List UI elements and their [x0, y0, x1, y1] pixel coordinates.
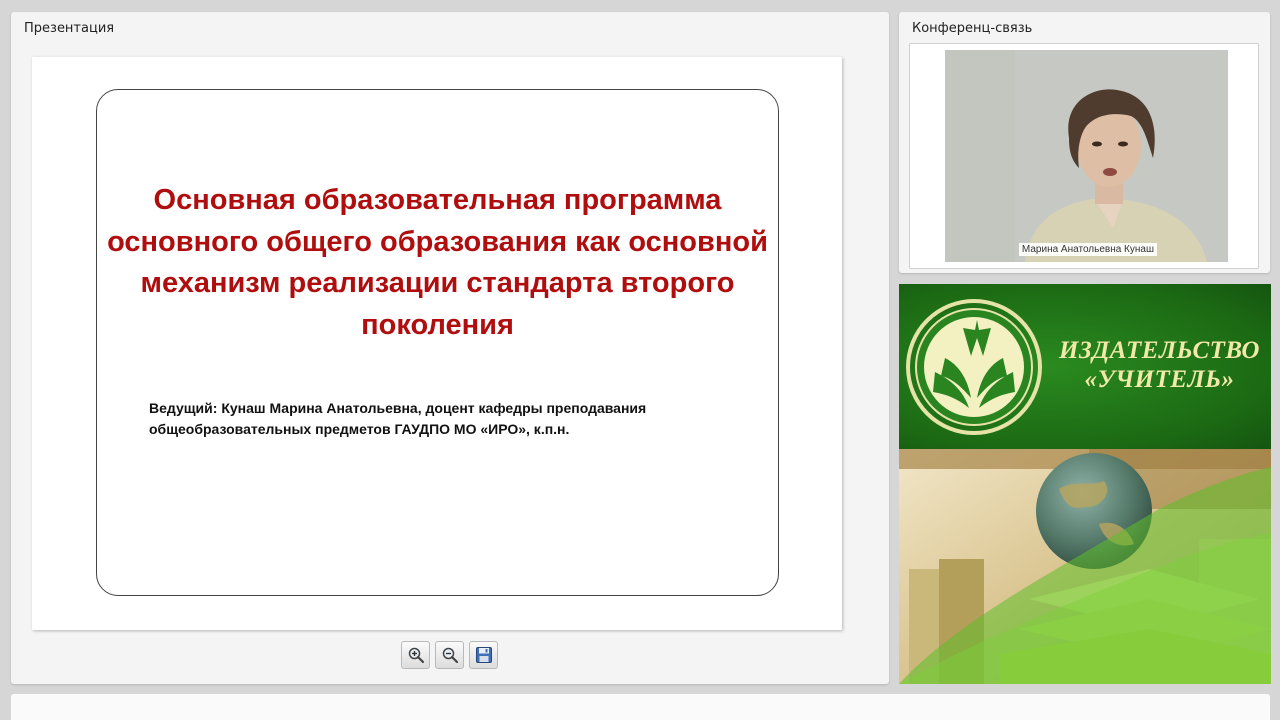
slide-viewer[interactable]: Основная образовательная программа основ…: [32, 57, 842, 630]
bottom-panel: [11, 694, 1270, 720]
slide-subtitle: Ведущий: Кунаш Марина Анатольевна, доцен…: [149, 400, 647, 437]
presentation-panel: Презентация Основная образовательная про…: [11, 12, 889, 684]
banner-books-image: [899, 449, 1271, 684]
zoom-out-button[interactable]: [435, 641, 464, 669]
publisher-logo-icon: [906, 299, 1042, 435]
slide-content: Основная образовательная программа основ…: [96, 89, 779, 596]
save-icon: [475, 647, 492, 663]
presentation-panel-title: Презентация: [24, 21, 115, 36]
books-and-globe-illustration: [899, 449, 1271, 684]
speaker-figure: [945, 50, 1228, 262]
zoom-in-button[interactable]: [401, 641, 430, 669]
slide-toolbar: [401, 641, 498, 671]
publisher-name: ИЗДАТЕЛЬСТВО «УЧИТЕЛЬ»: [1059, 337, 1260, 393]
speaker-video[interactable]: Марина Анатольевна Кунаш: [945, 50, 1228, 262]
zoom-in-icon: [408, 647, 424, 664]
conference-panel-title: Конференц-связь: [912, 21, 1033, 36]
save-button[interactable]: [469, 641, 498, 669]
zoom-out-icon: [442, 647, 458, 664]
slide-title: Основная образовательная программа основ…: [107, 184, 768, 341]
video-frame: Марина Анатольевна Кунаш: [909, 43, 1259, 269]
publisher-banner[interactable]: ИЗДАТЕЛЬСТВО «УЧИТЕЛЬ»: [899, 284, 1271, 684]
banner-header: ИЗДАТЕЛЬСТВО «УЧИТЕЛЬ»: [899, 284, 1271, 449]
speaker-name-label: Марина Анатольевна Кунаш: [1018, 243, 1157, 256]
conference-panel: Конференц-связь Марина Анатольевна Кунаш: [899, 12, 1270, 273]
